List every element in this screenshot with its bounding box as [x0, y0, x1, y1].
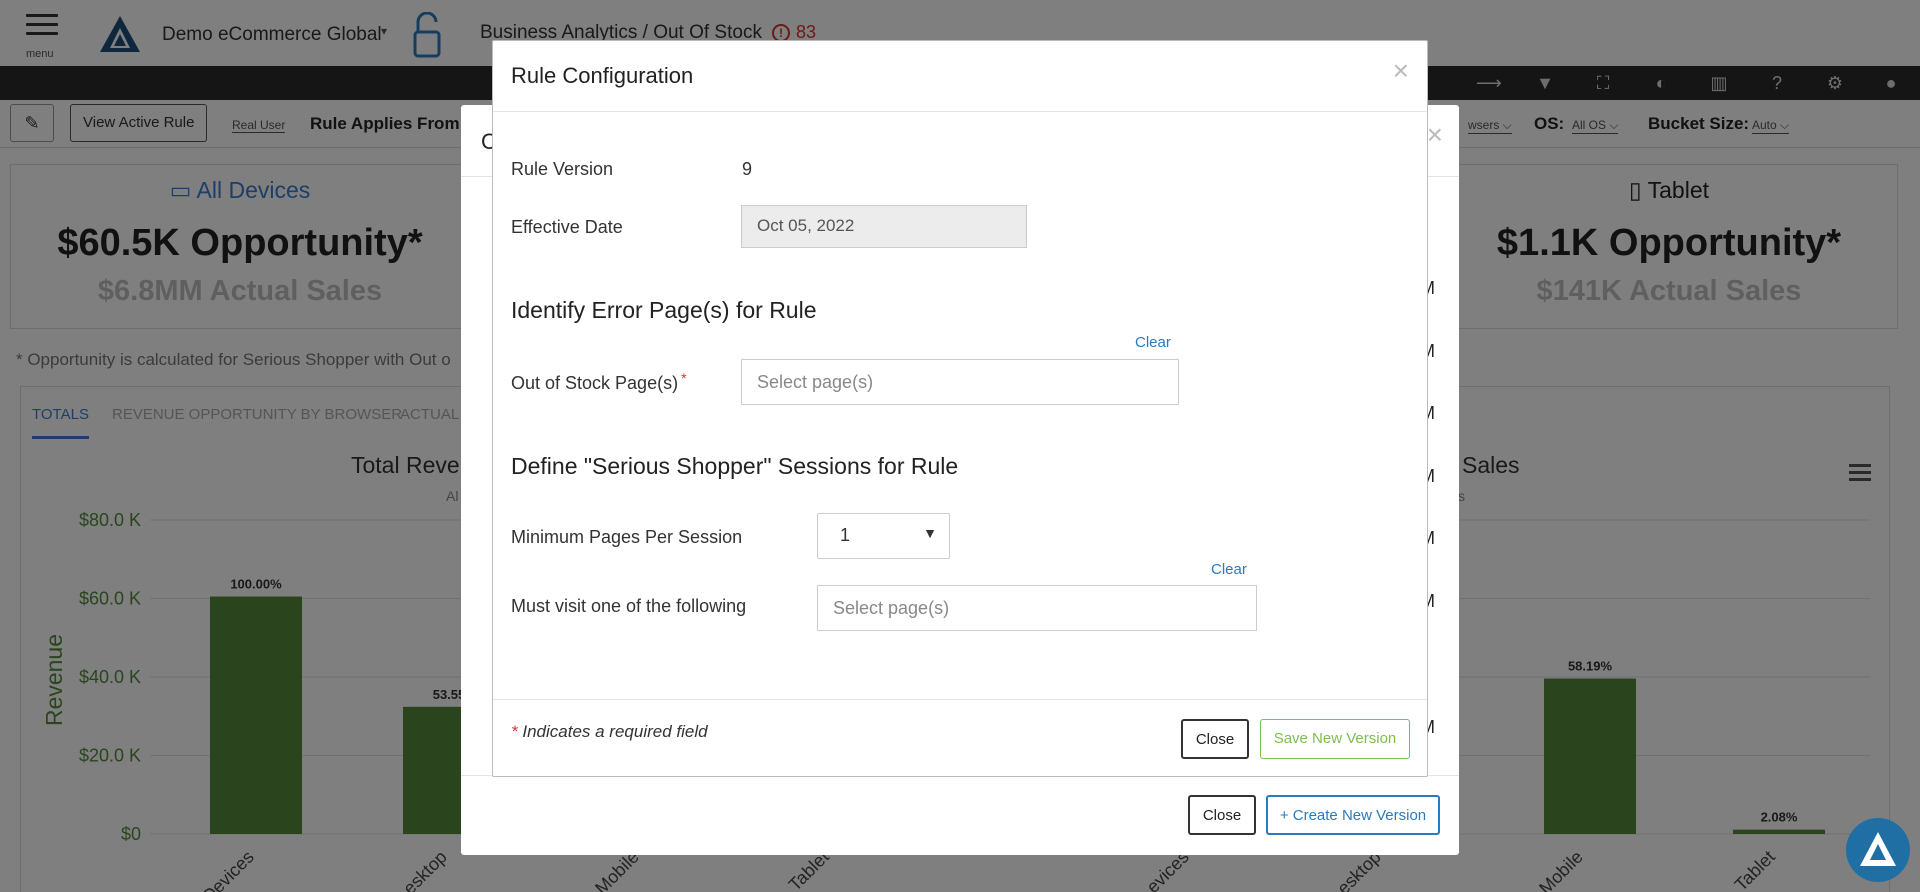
required-note-text: Indicates a required field — [522, 722, 708, 741]
required-star: * — [511, 722, 518, 741]
clear-link[interactable]: Clear — [1135, 334, 1171, 351]
required-star: * — [681, 370, 687, 386]
clear-link[interactable]: Clear — [1211, 561, 1247, 578]
save-new-version-button[interactable]: Save New Version — [1260, 719, 1410, 759]
help-chat-button[interactable] — [1846, 818, 1910, 882]
divider — [493, 699, 1427, 700]
rule-version-label: Rule Version — [511, 159, 614, 179]
effective-date-label: Effective Date — [511, 217, 623, 237]
effective-date-field: Oct 05, 2022 — [741, 205, 1027, 248]
brand-logo-icon — [1860, 832, 1896, 866]
modal-title: Rule Configuration — [511, 63, 694, 88]
section-heading-serious-shopper: Define "Serious Shopper" Sessions for Ru… — [511, 453, 959, 479]
rule-configuration-modal: Rule Configuration × Rule Version 9 Effe… — [492, 40, 1428, 777]
divider — [493, 111, 1427, 112]
close-icon[interactable]: × — [1427, 119, 1443, 151]
rule-version-value: 9 — [742, 159, 753, 179]
min-pages-select[interactable]: 1 ▼ — [817, 513, 950, 559]
out-of-stock-label-text: Out of Stock Page(s) — [511, 373, 679, 393]
chevron-down-icon: ▼ — [923, 525, 937, 541]
min-pages-value: 1 — [840, 525, 851, 545]
out-of-stock-pages-select[interactable]: Select page(s) — [741, 359, 1179, 405]
section-heading-error-pages: Identify Error Page(s) for Rule — [511, 297, 817, 323]
out-of-stock-label: Out of Stock Page(s) * — [511, 370, 687, 394]
back-close-button[interactable]: Close — [1188, 795, 1256, 835]
required-note: * Indicates a required field — [511, 722, 708, 742]
close-button[interactable]: Close — [1181, 719, 1249, 759]
must-visit-label: Must visit one of the following — [511, 596, 747, 616]
min-pages-label: Minimum Pages Per Session — [511, 527, 743, 547]
create-new-version-button[interactable]: + Create New Version — [1266, 795, 1440, 835]
must-visit-pages-select[interactable]: Select page(s) — [817, 585, 1257, 631]
close-icon[interactable]: × — [1393, 55, 1409, 87]
